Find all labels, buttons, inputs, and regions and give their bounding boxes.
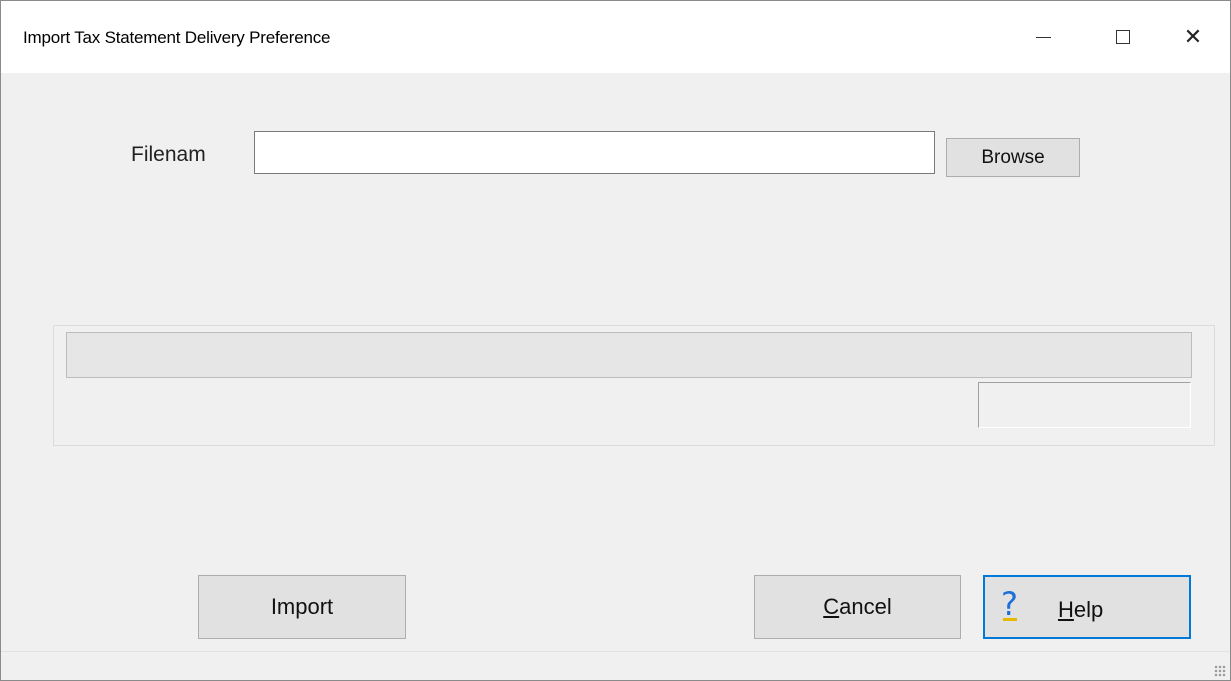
cancel-label-rest: ancel [839,594,892,619]
help-label-rest: elp [1073,597,1104,622]
window-title: Import Tax Statement Delivery Preference [23,28,331,47]
maximize-button[interactable] [1088,1,1158,73]
filename-input[interactable] [254,131,935,174]
browse-button[interactable]: Browse [946,138,1080,177]
help-icon: ? [1001,585,1018,623]
dialog-window: Import Tax Statement Delivery Preference… [0,0,1231,681]
cancel-button[interactable]: Cancel [754,575,961,639]
maximize-icon [1116,30,1130,44]
status-bar [1,651,1230,680]
help-mnemonic: H [1058,597,1074,622]
help-button[interactable]: ? Help [983,575,1191,639]
minimize-icon [1035,36,1051,38]
cancel-button-label: Cancel [823,594,891,620]
minimize-button[interactable] [1008,1,1078,73]
help-button-label: Help [1058,597,1103,623]
progress-bar [66,332,1192,378]
filename-label: Filenam [131,143,206,166]
progress-percent-field [978,382,1191,428]
title-bar[interactable]: Import Tax Statement Delivery Preference… [1,1,1230,73]
resize-grip-icon[interactable] [1214,665,1226,677]
close-button[interactable]: ✕ [1158,1,1228,73]
close-icon: ✕ [1183,24,1203,50]
cancel-mnemonic: C [823,594,840,619]
import-button[interactable]: Import [198,575,406,639]
